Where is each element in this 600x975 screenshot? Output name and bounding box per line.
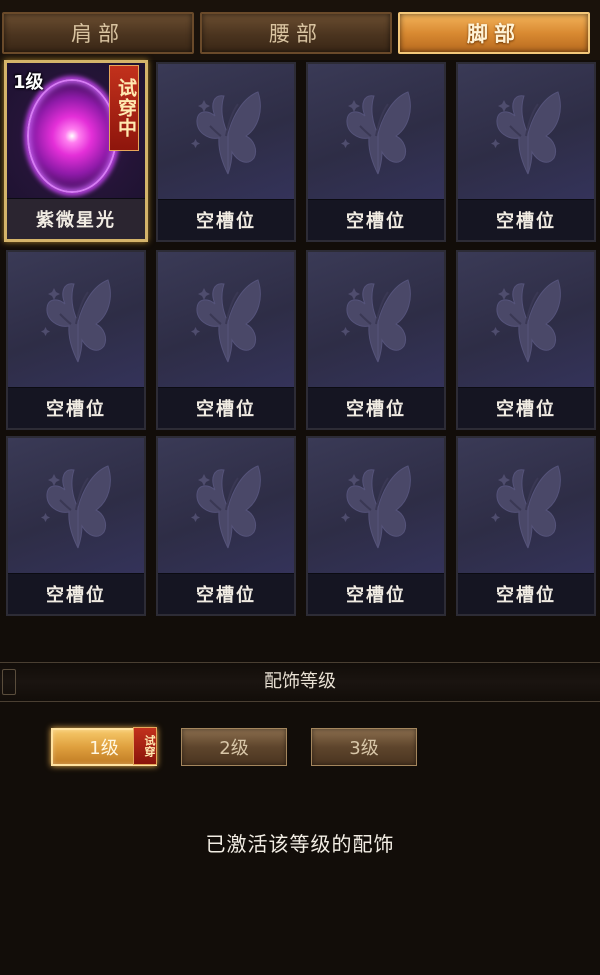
butterfly-icon <box>38 460 118 552</box>
slot-label: 空槽位 <box>308 387 444 428</box>
accessory-slot-empty[interactable]: 空槽位 <box>456 62 596 242</box>
accessory-slot-empty[interactable]: 空槽位 <box>156 436 296 616</box>
tab-waist[interactable]: 腰部 <box>200 12 392 54</box>
level-button-3[interactable]: 3级 <box>311 728 417 766</box>
slot-art <box>8 438 144 574</box>
tab-shoulder[interactable]: 肩部 <box>2 12 194 54</box>
category-tabs: 肩部 腰部 脚部 <box>0 0 600 60</box>
level-label: 2级 <box>219 738 249 759</box>
trying-badge: 试穿 <box>133 727 157 765</box>
accessory-slot-grid: 1级 试穿中 紫微星光 空槽位 空槽位 空槽位 空槽位 空槽位 空槽位 空槽位 … <box>0 58 600 618</box>
accessory-slot-empty[interactable]: 空槽位 <box>456 436 596 616</box>
accessory-slot-empty[interactable]: 空槽位 <box>156 62 296 242</box>
level-label: 1级 <box>89 738 119 759</box>
butterfly-icon <box>338 460 418 552</box>
level-button-1[interactable]: 1级 试穿 <box>51 727 157 766</box>
slot-art <box>8 252 144 388</box>
slot-art <box>458 438 594 574</box>
slot-art <box>158 438 294 574</box>
slot-label: 空槽位 <box>458 199 594 240</box>
slot-art <box>158 64 294 200</box>
section-title: 配饰等级 <box>264 671 336 692</box>
level-button-2[interactable]: 2级 <box>181 728 287 766</box>
tab-feet[interactable]: 脚部 <box>398 12 590 54</box>
accessory-level-header: 配饰等级 <box>0 662 600 702</box>
butterfly-icon <box>38 274 118 366</box>
accessory-slot-empty[interactable]: 空槽位 <box>6 436 146 616</box>
accessory-slot-empty[interactable]: 空槽位 <box>156 250 296 430</box>
slot-art <box>458 252 594 388</box>
slot-art <box>158 252 294 388</box>
item-level-label: 1级 <box>13 72 44 93</box>
slot-art <box>308 438 444 574</box>
slot-label: 空槽位 <box>458 387 594 428</box>
accessory-slot-empty[interactable]: 空槽位 <box>456 250 596 430</box>
butterfly-icon <box>338 86 418 178</box>
accessory-slot-empty[interactable]: 空槽位 <box>306 250 446 430</box>
slot-art <box>308 252 444 388</box>
butterfly-icon <box>188 460 268 552</box>
accessory-slot-equipped[interactable]: 1级 试穿中 紫微星光 <box>4 60 148 242</box>
slot-label: 空槽位 <box>8 573 144 614</box>
trying-on-badge: 试穿中 <box>109 65 139 151</box>
slot-art <box>458 64 594 200</box>
slot-label: 空槽位 <box>308 573 444 614</box>
butterfly-icon <box>188 274 268 366</box>
level-label: 3级 <box>349 738 379 759</box>
activation-status: 已激活该等级的配饰 <box>205 832 395 856</box>
slot-label: 空槽位 <box>458 573 594 614</box>
slot-label: 空槽位 <box>158 387 294 428</box>
butterfly-icon <box>338 274 418 366</box>
slot-label: 紫微星光 <box>7 198 145 239</box>
butterfly-icon <box>488 86 568 178</box>
butterfly-icon <box>488 274 568 366</box>
slot-label: 空槽位 <box>158 573 294 614</box>
slot-label: 空槽位 <box>8 387 144 428</box>
purple-orb-icon <box>27 79 117 193</box>
butterfly-icon <box>188 86 268 178</box>
slot-label: 空槽位 <box>308 199 444 240</box>
accessory-slot-empty[interactable]: 空槽位 <box>306 62 446 242</box>
butterfly-icon <box>488 460 568 552</box>
accessory-slot-empty[interactable]: 空槽位 <box>6 250 146 430</box>
slot-label: 空槽位 <box>158 199 294 240</box>
accessory-slot-empty[interactable]: 空槽位 <box>306 436 446 616</box>
slot-art <box>308 64 444 200</box>
